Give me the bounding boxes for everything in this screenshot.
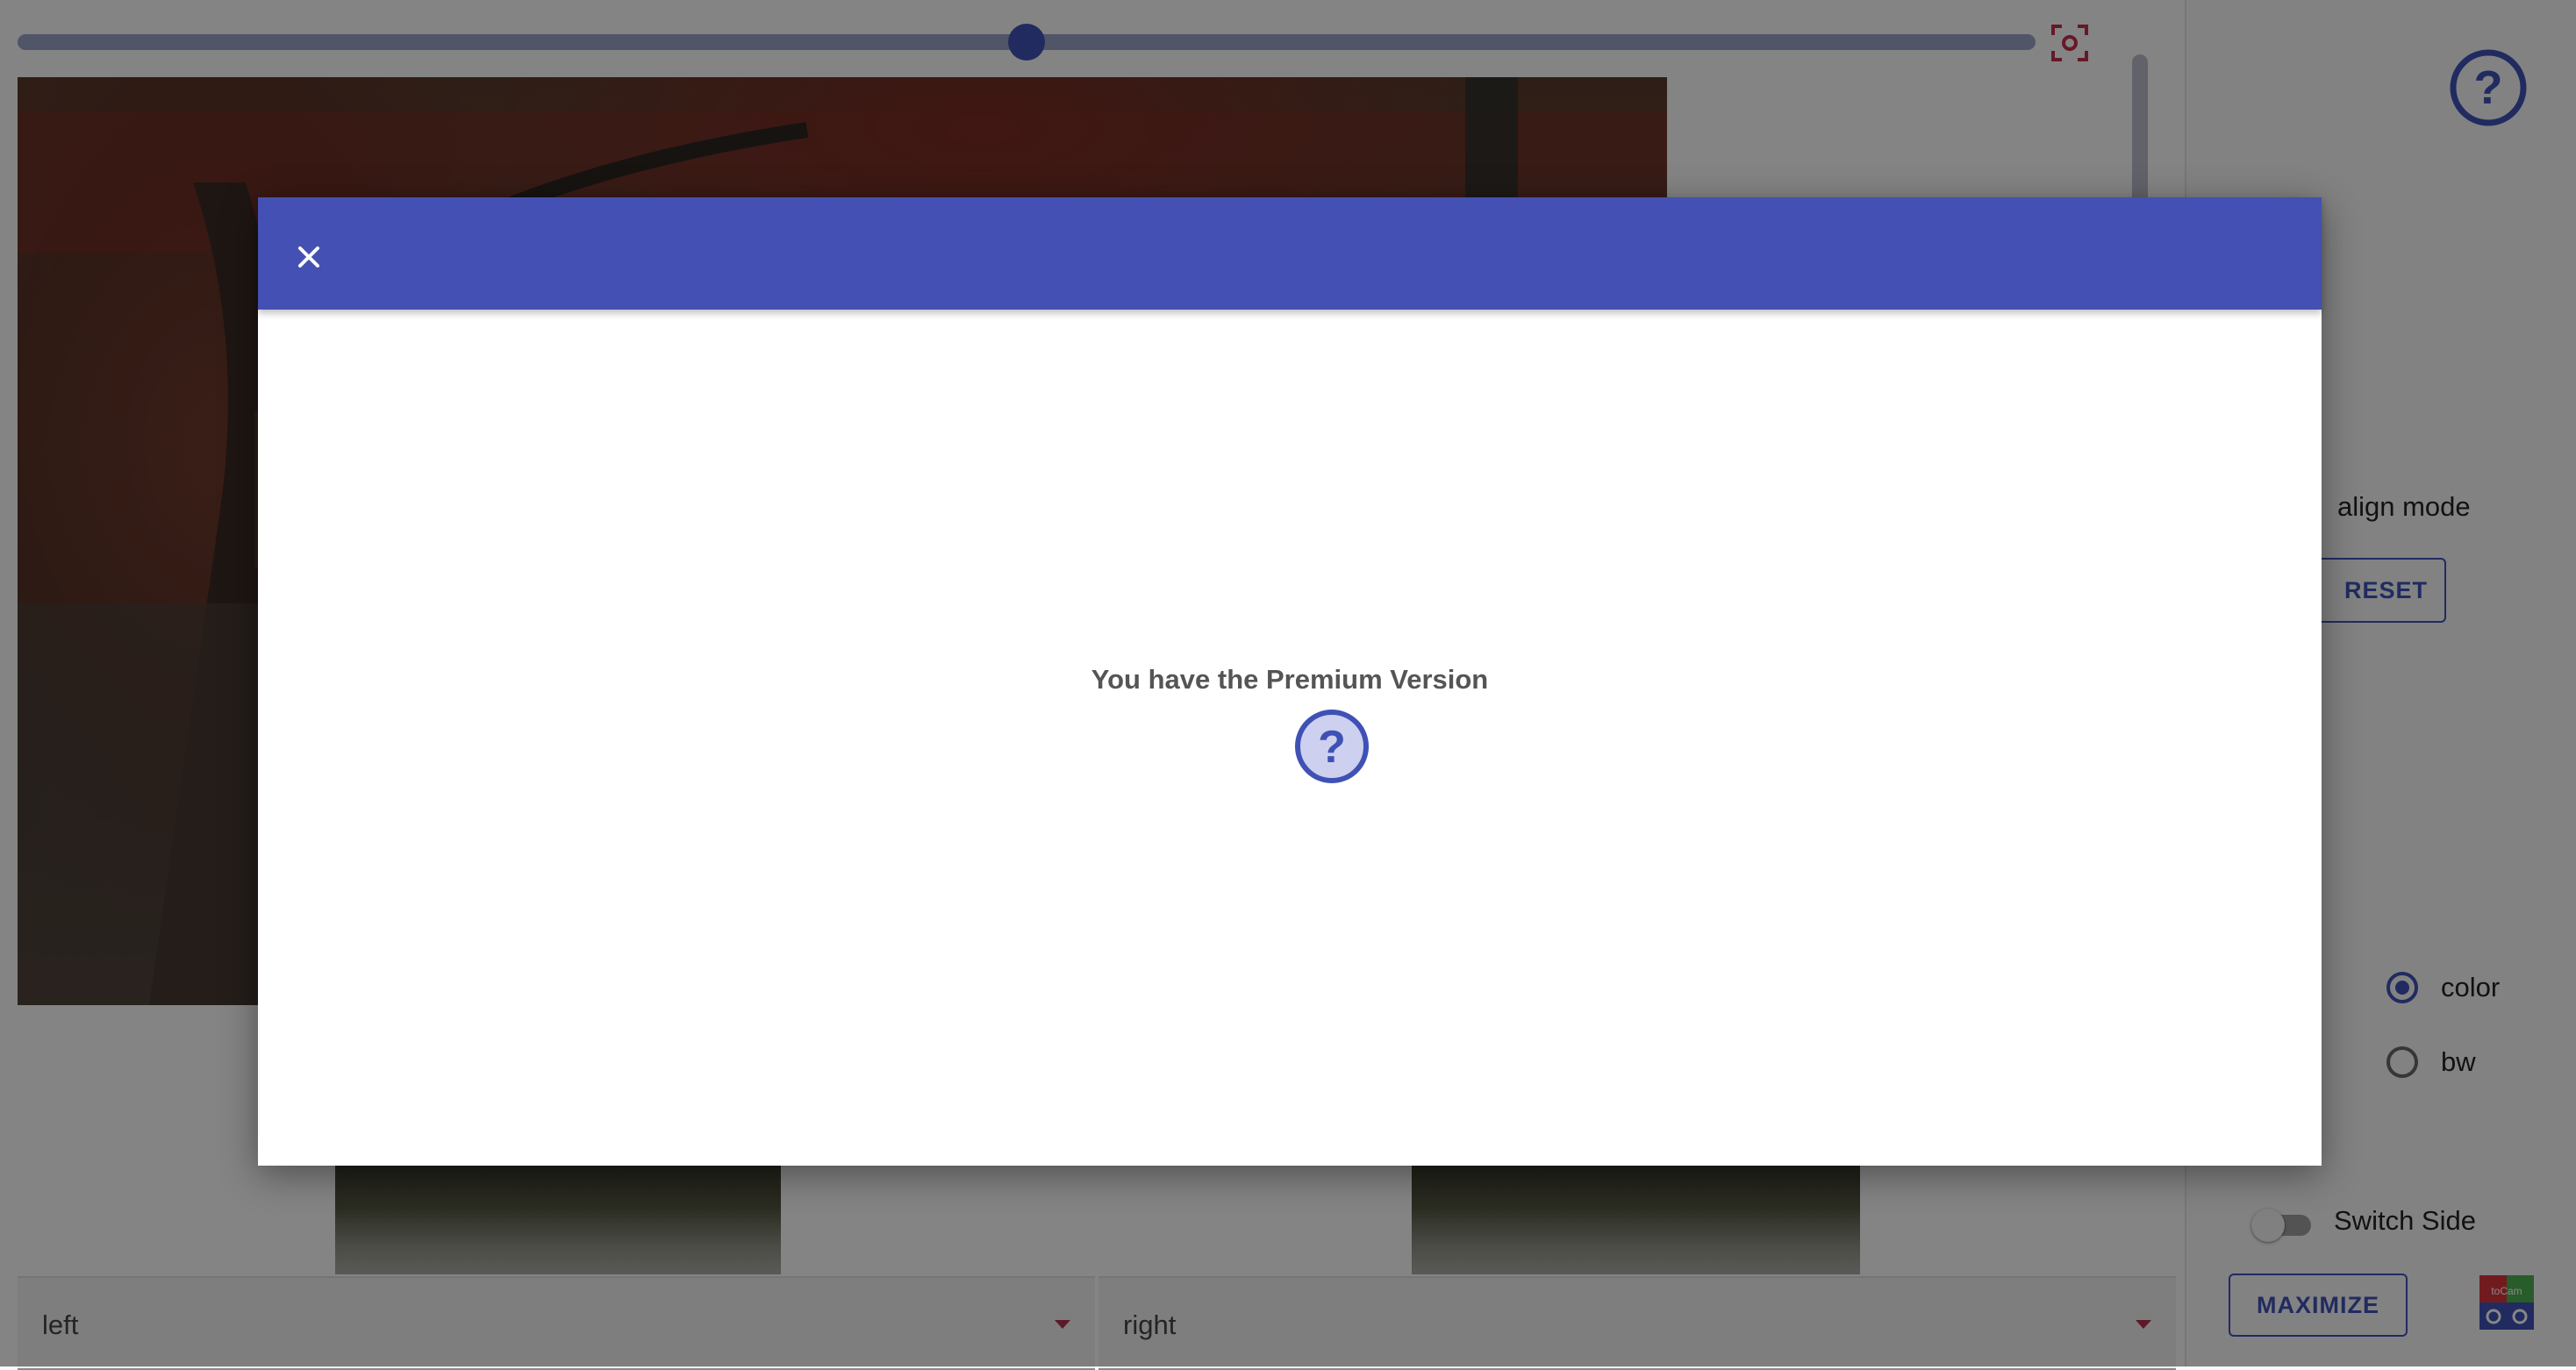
dialog-header bbox=[258, 197, 2322, 310]
svg-text:?: ? bbox=[1318, 722, 1346, 773]
help-icon[interactable]: ? bbox=[1293, 708, 1370, 785]
close-icon[interactable] bbox=[288, 236, 330, 278]
premium-dialog: You have the Premium Version ? bbox=[258, 197, 2322, 1166]
premium-message: You have the Premium Version bbox=[1091, 664, 1489, 695]
